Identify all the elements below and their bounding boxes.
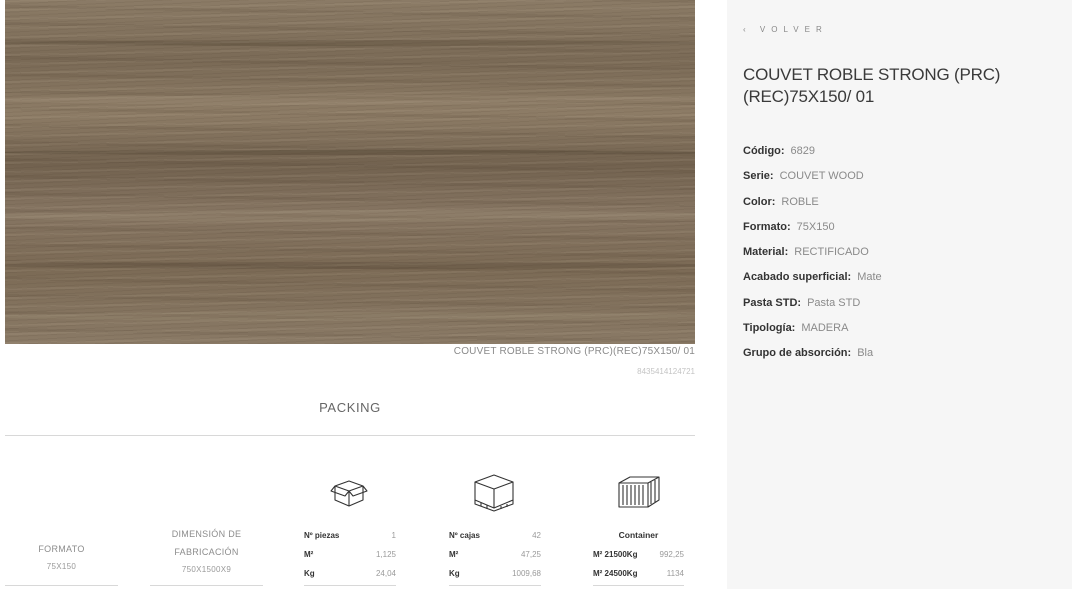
image-caption: COUVET ROBLE STRONG (PRC)(REC)75X150/ 01 [453, 346, 695, 357]
pallet-icon [474, 474, 514, 512]
formato-value: 75X150 [46, 562, 77, 571]
wood-grain [5, 95, 695, 105]
spec-material: Material: RECTIFICADO [743, 246, 869, 259]
cajas-row: M² 47,25 [449, 550, 541, 559]
spec-absorcion: Grupo de absorción: Bla [743, 347, 874, 360]
wood-grain [5, 40, 695, 46]
dimension-label-line1: DIMENSIÓN DE [171, 529, 242, 539]
back-link[interactable]: ‹ VOLVER [743, 25, 828, 34]
container-icon [618, 476, 660, 508]
box-icon [330, 480, 368, 507]
container-row: M² 24500Kg 1134 [593, 569, 684, 578]
packing-divider [5, 435, 695, 436]
ean-code: 8435414124721 [637, 367, 695, 376]
dimension-label-line2: FABRICACIÓN [174, 547, 239, 557]
wood-grain [5, 150, 695, 155]
spec-acabado: Acabado superficial: Mate [743, 271, 882, 284]
spec-codigo: Código: 6829 [743, 145, 816, 157]
spec-pasta: Pasta STD: Pasta STD [743, 296, 861, 309]
formato-label: FORMATO [38, 544, 85, 554]
product-title: COUVET ROBLE STRONG (PRC)(REC)75X150/ 01 [743, 65, 1001, 106]
dimension-value: 750X1500X9 [181, 565, 232, 574]
spec-serie: Serie: COUVET WOOD [743, 170, 864, 183]
packing-dimension: DIMENSIÓN DE FABRICACIÓN 750X1500X9 [150, 525, 263, 586]
spec-list: Código: 6829 Serie: COUVET WOOD Color: ROBL… [743, 139, 1043, 367]
packing-piezas: Nº piezas 1 M² 1,125 Kg 24,04 [304, 526, 396, 586]
spec-tipologia: Tipología: MADERA [743, 322, 849, 335]
packing-title: PACKING [319, 400, 381, 415]
piezas-row: M² 1,125 [304, 550, 396, 559]
packing-formato: FORMATO 75X150 [5, 540, 118, 586]
container-heading: Container [618, 530, 659, 540]
wood-grain [5, 210, 695, 222]
packing-container: Container M² 21500Kg 992,25 M² 24500Kg 113… [593, 526, 684, 586]
cajas-row: Kg 1009,68 [449, 569, 541, 578]
piezas-row: Kg 24,04 [304, 569, 396, 578]
product-image[interactable] [5, 0, 695, 344]
spec-formato: Formato: 75X150 [743, 220, 835, 233]
cajas-row: Nº cajas 42 [449, 531, 541, 540]
piezas-row: Nº piezas 1 [304, 531, 396, 540]
container-row: M² 21500Kg 992,25 [593, 550, 684, 559]
wood-grain [5, 262, 695, 269]
spec-color: Color: ROBLE [743, 195, 819, 208]
packing-cajas: Nº cajas 42 M² 47,25 Kg 1009,68 [449, 526, 541, 586]
wood-grain [5, 312, 695, 321]
